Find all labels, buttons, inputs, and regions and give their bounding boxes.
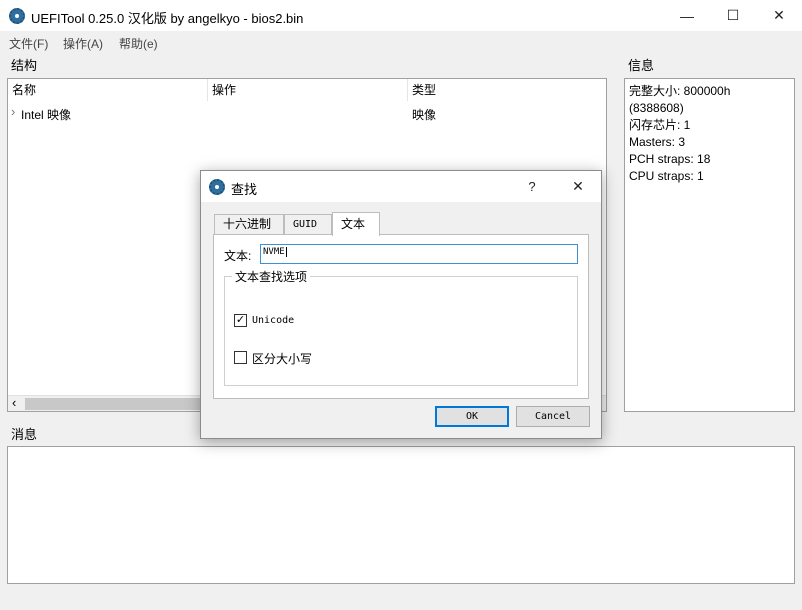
ok-button[interactable]: OK bbox=[435, 406, 509, 427]
column-header-action[interactable]: 操作 bbox=[208, 79, 408, 101]
unicode-label: Unicode bbox=[252, 315, 295, 326]
text-tab-page: 文本: NVME 文本查找选项 ✓ Unicode 区分大小写 bbox=[213, 234, 589, 399]
tab-hex[interactable]: 十六进制 bbox=[214, 214, 284, 234]
close-button[interactable]: ✕ bbox=[756, 0, 802, 31]
dialog-app-icon bbox=[209, 179, 225, 195]
window-title: UEFITool 0.25.0 汉化版 by angelkyo - bios2.… bbox=[31, 11, 304, 26]
unicode-checkbox[interactable]: ✓ bbox=[234, 314, 247, 327]
dialog-title-bar: 查找 ? ✕ bbox=[201, 171, 601, 202]
menu-action[interactable]: 操作(A) bbox=[63, 35, 103, 52]
tab-text[interactable]: 文本 bbox=[332, 212, 380, 236]
messages-list[interactable] bbox=[7, 446, 795, 584]
text-search-options-group bbox=[224, 276, 578, 386]
column-header-name[interactable]: 名称 bbox=[8, 79, 208, 101]
info-line: (8388608) bbox=[629, 101, 684, 115]
tree-row[interactable]: › Intel 映像 映像 bbox=[8, 103, 606, 123]
scroll-left-icon[interactable]: ‹ bbox=[12, 396, 16, 410]
cancel-button[interactable]: Cancel bbox=[516, 406, 590, 427]
scrollbar-thumb[interactable] bbox=[25, 398, 215, 410]
search-text-input[interactable]: NVME bbox=[260, 244, 578, 264]
dialog-close-button[interactable]: ✕ bbox=[555, 171, 601, 202]
expand-arrow-icon[interactable]: › bbox=[11, 104, 15, 119]
case-sensitive-label: 区分大小写 bbox=[252, 352, 313, 366]
info-panel: 完整大小: 800000h (8388608) 闪存芯片: 1 Masters:… bbox=[624, 78, 795, 412]
tree-row-name: Intel 映像 bbox=[21, 108, 72, 122]
info-label: 信息 bbox=[628, 58, 655, 73]
column-header-type[interactable]: 类型 bbox=[408, 79, 606, 101]
dialog-title: 查找 bbox=[231, 182, 258, 197]
text-field-label: 文本: bbox=[224, 249, 252, 263]
title-bar: UEFITool 0.25.0 汉化版 by angelkyo - bios2.… bbox=[0, 0, 802, 31]
maximize-button[interactable]: ☐ bbox=[710, 0, 756, 31]
structure-label: 结构 bbox=[11, 58, 38, 73]
minimize-button[interactable]: — bbox=[664, 0, 710, 31]
checkmark-icon: ✓ bbox=[235, 314, 246, 326]
info-line: PCH straps: 18 bbox=[629, 152, 711, 166]
tree-row-type: 映像 bbox=[412, 108, 437, 122]
info-line: 闪存芯片: 1 bbox=[629, 118, 691, 132]
options-group-title: 文本查找选项 bbox=[232, 268, 311, 285]
info-line: CPU straps: 1 bbox=[629, 169, 704, 183]
menu-bar: 文件(F) 操作(A) 帮助(e) bbox=[0, 31, 802, 53]
info-line: Masters: 3 bbox=[629, 135, 686, 149]
search-text-value: NVME bbox=[263, 247, 285, 257]
info-line: 完整大小: 800000h bbox=[629, 84, 731, 98]
messages-label: 消息 bbox=[11, 427, 38, 442]
case-sensitive-checkbox[interactable] bbox=[234, 351, 247, 364]
dialog-help-button[interactable]: ? bbox=[509, 171, 555, 202]
find-dialog: 查找 ? ✕ 十六进制 GUID 文本 文本: NVME 文本查找选项 ✓ Un… bbox=[200, 170, 602, 439]
menu-file[interactable]: 文件(F) bbox=[9, 35, 48, 52]
tab-guid[interactable]: GUID bbox=[284, 214, 332, 234]
menu-help[interactable]: 帮助(e) bbox=[119, 35, 158, 52]
uefitool-app-icon bbox=[9, 8, 25, 24]
